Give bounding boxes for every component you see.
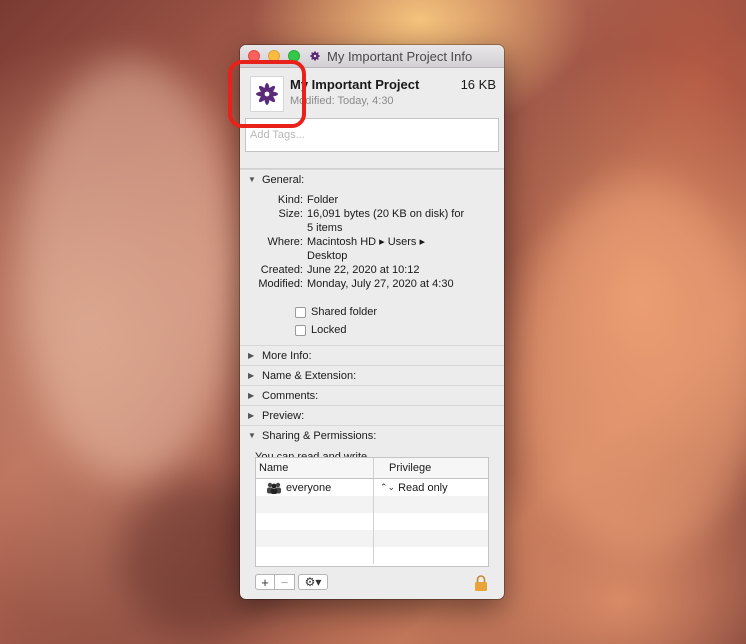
where-value: Macintosh HD ▸ Users ▸ — [307, 236, 426, 248]
modified-label: Modified: — [258, 278, 303, 290]
created-label: Created: — [260, 264, 303, 276]
info-header: My Important Project 16 KB Modified: Tod… — [240, 68, 504, 169]
group-users-icon — [267, 482, 281, 494]
flower-folder-icon — [310, 51, 320, 61]
table-row — [256, 496, 488, 513]
section-sharing[interactable]: ▼ Sharing & Permissions: — [240, 425, 504, 445]
section-more-info[interactable]: ▶ More Info: — [240, 345, 504, 365]
modified-value: Monday, July 27, 2020 at 4:30 — [307, 278, 454, 290]
disclosure-closed-icon: ▶ — [248, 391, 255, 400]
section-comments[interactable]: ▶ Comments: — [240, 385, 504, 405]
created-row: Created: June 22, 2020 at 10:12 — [240, 263, 504, 277]
created-value: June 22, 2020 at 10:12 — [307, 264, 420, 276]
project-icon[interactable] — [250, 76, 284, 112]
empty-cell — [256, 547, 373, 564]
disclosure-closed-icon: ▶ — [248, 351, 255, 360]
column-name-header[interactable]: Name — [256, 458, 373, 478]
general-details: Kind: Folder Size: 16,091 bytes (20 KB o… — [240, 189, 504, 345]
privilege-value: Read only — [398, 481, 448, 494]
shared-folder-checkbox[interactable] — [295, 306, 306, 318]
file-modified: Modified: Today, 4:30 — [290, 95, 394, 107]
minimize-button[interactable] — [268, 50, 280, 62]
empty-cell — [373, 513, 488, 530]
permissions-header: Name Privilege — [256, 458, 488, 479]
row-name-cell: everyone — [256, 479, 373, 496]
section-more-info-label: More Info: — [262, 349, 312, 362]
disclosure-closed-icon: ▶ — [248, 371, 255, 380]
section-general[interactable]: ▼ General: — [240, 169, 504, 189]
shared-folder-label: Shared folder — [311, 306, 378, 318]
empty-cell — [373, 530, 488, 547]
disclosure-closed-icon: ▶ — [248, 411, 255, 420]
disclosure-open-icon: ▼ — [248, 175, 256, 184]
general-checkboxes: Shared folder Locked — [240, 291, 504, 339]
wallpaper-highlight — [20, 60, 240, 480]
shared-folder-option[interactable]: Shared folder — [295, 303, 504, 321]
add-user-button[interactable]: + — [255, 574, 275, 590]
locked-label: Locked — [311, 324, 347, 336]
where-row: Where: Macintosh HD ▸ Users ▸ — [240, 235, 504, 249]
disclosure-open-icon: ▼ — [248, 431, 256, 440]
user-name: everyone — [286, 481, 332, 494]
section-name-extension-label: Name & Extension: — [262, 369, 357, 382]
size-label: Size: — [278, 208, 303, 220]
where-label: Where: — [267, 236, 303, 248]
gear-menu-button[interactable]: ⚙▾ — [298, 574, 328, 590]
privilege-select[interactable]: ⌃⌄ Read only — [373, 479, 488, 496]
section-preview-label: Preview: — [262, 409, 305, 422]
zoom-button[interactable] — [288, 50, 300, 62]
size-row-cont: 5 items — [240, 221, 504, 235]
kind-value: Folder — [307, 194, 339, 206]
empty-cell — [256, 530, 373, 547]
where-value-cont: Desktop — [307, 250, 348, 262]
info-window: My Important Project Info My Important P… — [240, 45, 504, 599]
title-area: My Important Project Info — [308, 45, 504, 67]
file-size: 16 KB — [460, 77, 496, 92]
table-row — [256, 513, 488, 530]
kind-label: Kind: — [277, 194, 303, 206]
empty-cell — [373, 547, 488, 564]
column-privilege-header[interactable]: Privilege — [373, 458, 488, 478]
lock-icon[interactable] — [474, 575, 488, 591]
section-preview[interactable]: ▶ Preview: — [240, 405, 504, 425]
table-row — [256, 547, 488, 564]
section-sharing-label: Sharing & Permissions: — [262, 429, 377, 442]
locked-option[interactable]: Locked — [295, 321, 504, 339]
up-down-chevron-icon: ⌃⌄ — [380, 482, 396, 492]
table-row[interactable]: everyone ⌃⌄ Read only — [256, 479, 488, 496]
section-name-extension[interactable]: ▶ Name & Extension: — [240, 365, 504, 385]
file-name: My Important Project — [290, 77, 420, 92]
empty-cell — [373, 496, 488, 513]
close-button[interactable] — [248, 50, 260, 62]
table-row — [256, 530, 488, 547]
empty-cell — [256, 513, 373, 530]
where-row-cont: Desktop — [240, 249, 504, 263]
window-title: My Important Project Info — [327, 48, 473, 64]
wallpaper-highlight — [520, 180, 746, 560]
section-comments-label: Comments: — [262, 389, 319, 402]
empty-cell — [256, 496, 373, 513]
remove-user-button[interactable]: − — [275, 574, 295, 590]
permissions-toolbar: + − ⚙▾ — [255, 574, 328, 592]
size-value: 16,091 bytes (20 KB on disk) for — [307, 208, 465, 220]
title-bar[interactable]: My Important Project Info — [240, 45, 504, 68]
size-value-cont: 5 items — [307, 222, 343, 234]
kind-row: Kind: Folder — [240, 193, 504, 207]
size-row: Size: 16,091 bytes (20 KB on disk) for — [240, 207, 504, 221]
permissions-table: Name Privilege everyone ⌃⌄ Read only — [255, 457, 489, 567]
locked-checkbox[interactable] — [295, 324, 306, 336]
tags-input[interactable] — [245, 118, 499, 152]
flower-icon — [256, 83, 278, 105]
modified-row: Modified: Monday, July 27, 2020 at 4:30 — [240, 277, 504, 291]
section-general-label: General: — [262, 173, 305, 186]
